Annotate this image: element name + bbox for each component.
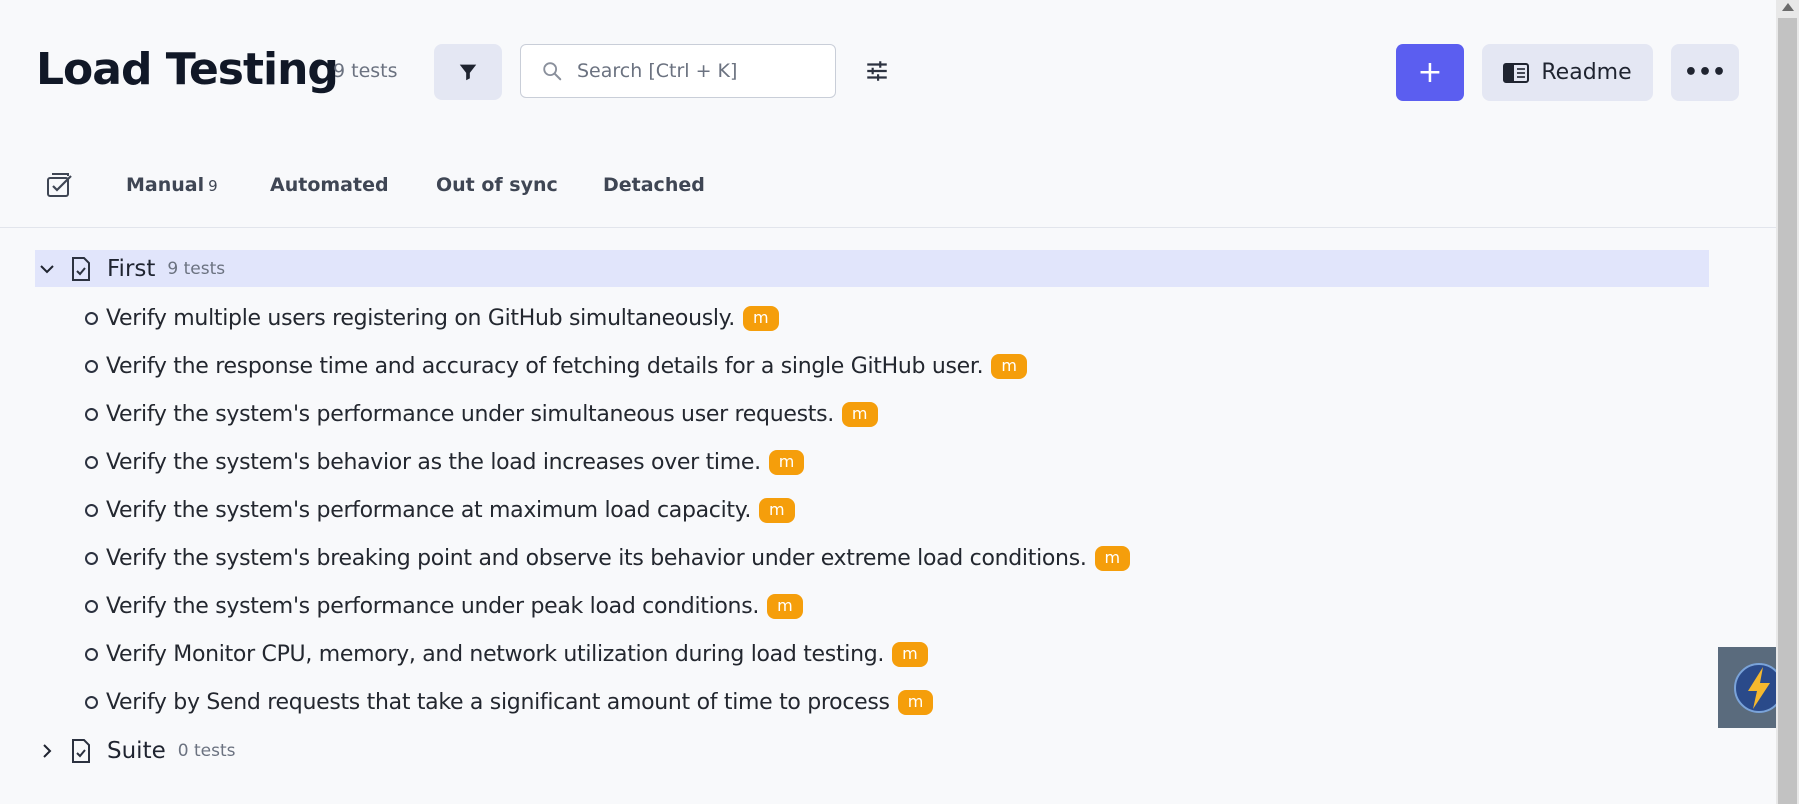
more-options-button[interactable]: •••: [1671, 44, 1739, 101]
test-title: Verify the system's behavior as the load…: [106, 449, 761, 475]
readme-book-icon: [1503, 62, 1530, 83]
page-title: Load Testing: [36, 44, 339, 95]
chevron-down-icon[interactable]: [37, 261, 57, 277]
file-check-icon: [71, 256, 91, 281]
test-row[interactable]: Verify the system's performance at maxim…: [85, 490, 795, 530]
test-row[interactable]: Verify the response time and accuracy of…: [85, 346, 1027, 386]
sliders-icon: [867, 61, 887, 81]
manual-badge: m: [897, 689, 934, 715]
search-input[interactable]: [575, 59, 819, 83]
filter-button[interactable]: [434, 44, 502, 100]
test-row[interactable]: Verify multiple users registering on Git…: [85, 298, 779, 338]
plus-icon: +: [1417, 54, 1443, 90]
test-row[interactable]: Verify the system's behavior as the load…: [85, 442, 805, 482]
test-count: 9 tests: [333, 60, 398, 82]
test-row[interactable]: Verify the system's breaking point and o…: [85, 538, 1131, 578]
suite-count: 0 tests: [177, 740, 236, 761]
suite-row-suite[interactable]: Suite 0 tests: [35, 732, 1709, 769]
readme-label: Readme: [1541, 60, 1632, 85]
status-circle-icon: [85, 551, 98, 565]
tab-detached[interactable]: Detached: [603, 174, 705, 196]
suite-row-first[interactable]: First 9 tests: [35, 250, 1709, 287]
manual-badge: m: [991, 353, 1027, 379]
search-icon: [541, 60, 563, 82]
test-title: Verify the system's performance at maxim…: [106, 497, 752, 523]
tab-manual-count: 9: [208, 177, 218, 195]
filter-icon: [459, 64, 477, 81]
test-row[interactable]: Verify by Send requests that take a sign…: [85, 682, 934, 722]
manual-badge: m: [892, 641, 928, 667]
manual-badge: m: [1094, 545, 1131, 571]
test-title: Verify the response time and accuracy of…: [106, 353, 984, 379]
test-row[interactable]: Verify the system's performance under si…: [85, 394, 878, 434]
status-circle-icon: [85, 455, 98, 469]
settings-sliders-button[interactable]: [864, 58, 890, 88]
test-title: Verify by Send requests that take a sign…: [106, 689, 890, 715]
test-title: Verify the system's performance under pe…: [106, 593, 760, 619]
add-test-button[interactable]: +: [1396, 44, 1464, 101]
readme-button[interactable]: Readme: [1482, 44, 1653, 101]
tab-manual[interactable]: Manual 9: [126, 174, 218, 196]
manual-badge: m: [767, 593, 803, 619]
vertical-scrollbar[interactable]: [1776, 0, 1799, 804]
status-circle-icon: [85, 359, 98, 373]
status-circle-icon: [85, 503, 98, 517]
status-circle-icon: [85, 311, 98, 325]
manual-badge: m: [742, 305, 779, 331]
page-header: Load Testing 9 tests +: [0, 0, 1776, 145]
manual-badge: m: [841, 401, 878, 427]
test-row[interactable]: Verify the system's performance under pe…: [85, 586, 803, 626]
suite-name: Suite: [107, 737, 166, 764]
status-circle-icon: [85, 647, 98, 661]
check-all-icon: [47, 173, 72, 197]
suite-count: 9 tests: [167, 258, 226, 279]
status-circle-icon: [85, 599, 98, 613]
test-title: Verify the system's performance under si…: [106, 401, 834, 427]
tab-manual-label: Manual: [126, 174, 205, 196]
status-circle-icon: [85, 407, 98, 421]
chevron-right-icon[interactable]: [37, 743, 57, 759]
file-check-icon: [71, 738, 91, 763]
tab-out-of-sync[interactable]: Out of sync: [436, 174, 558, 196]
scrollbar-thumb[interactable]: [1778, 18, 1797, 804]
scroll-up-arrow-icon[interactable]: [1782, 3, 1794, 11]
test-title: Verify multiple users registering on Git…: [106, 305, 735, 331]
test-row[interactable]: Verify Monitor CPU, memory, and network …: [85, 634, 928, 674]
tab-automated[interactable]: Automated: [270, 174, 389, 196]
test-title: Verify the system's breaking point and o…: [106, 545, 1087, 571]
manual-badge: m: [759, 497, 795, 523]
suite-name: First: [107, 255, 156, 282]
filter-tabs: Manual 9 Automated Out of sync Detached: [0, 150, 1776, 228]
select-all-button[interactable]: [46, 170, 74, 202]
manual-badge: m: [768, 449, 805, 475]
test-title: Verify Monitor CPU, memory, and network …: [106, 641, 885, 667]
search-box[interactable]: [520, 44, 836, 98]
more-dots-icon: •••: [1683, 60, 1727, 85]
status-circle-icon: [85, 695, 98, 709]
